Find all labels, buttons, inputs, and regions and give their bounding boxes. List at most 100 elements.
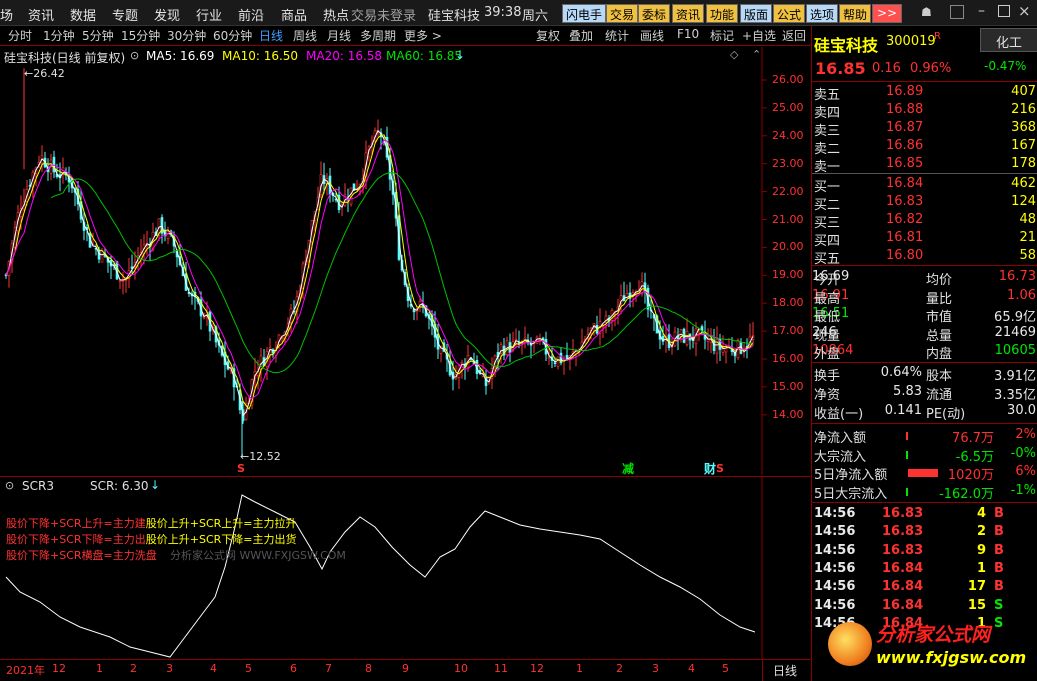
- ask-row[interactable]: 卖五 16.89 407: [812, 84, 1036, 103]
- menu-item-commodity[interactable]: 商品: [281, 5, 307, 24]
- ask-row[interactable]: 卖二 16.86 167: [812, 138, 1036, 157]
- tick-time: 14:56: [814, 506, 856, 521]
- help-button[interactable]: 帮助: [839, 4, 872, 23]
- formula-button[interactable]: 公式: [773, 4, 806, 23]
- more-button[interactable]: >>: [872, 4, 902, 23]
- bid-row[interactable]: 买三 16.82 48: [812, 212, 1036, 231]
- event-marker-s[interactable]: S: [237, 462, 245, 475]
- info-button[interactable]: 资讯: [672, 4, 705, 23]
- time-label: 8: [365, 662, 372, 675]
- function-button[interactable]: 功能: [706, 4, 739, 23]
- layout-button[interactable]: 版面: [740, 4, 773, 23]
- time-label: 10: [454, 662, 468, 675]
- high-marker: ←26.42: [24, 67, 65, 80]
- indicator-panel[interactable]: ⊙ SCR3 SCR: 6.30 ↓ 股价下降+SCR上升=主力建股价上升+SC…: [0, 476, 810, 660]
- period-tab[interactable]: 周线: [293, 27, 317, 44]
- flow-value: 76.7万: [952, 431, 994, 446]
- menu-item-data[interactable]: 数据: [70, 5, 96, 24]
- expand-icon[interactable]: ⌃: [752, 48, 761, 61]
- period-tab[interactable]: 60分钟: [213, 27, 252, 44]
- mark-button[interactable]: 标记: [710, 27, 734, 44]
- sector-tab[interactable]: 化工: [980, 28, 1037, 52]
- close-icon[interactable]: ×: [1018, 2, 1031, 20]
- back-button[interactable]: 返回: [782, 27, 806, 44]
- bid-volume: 124: [1011, 194, 1036, 209]
- stat-row: 最高 16.91 量比 1.06: [812, 288, 1036, 307]
- period-tab-active[interactable]: 日线: [259, 27, 283, 44]
- stat-value: 3.35亿: [994, 388, 1036, 403]
- menu-item-discover[interactable]: 发现: [154, 5, 180, 24]
- candle-body: [547, 356, 551, 359]
- y-tick-label: 20.00: [772, 240, 804, 254]
- tick-row[interactable]: 14:56 16.83 4 B: [812, 506, 1032, 524]
- period-indicator[interactable]: 日线: [762, 659, 810, 681]
- ask-row[interactable]: 卖四 16.88 216: [812, 102, 1036, 121]
- kline-svg[interactable]: [0, 47, 810, 475]
- ask-row[interactable]: 卖一 16.85 178: [812, 156, 1036, 175]
- tick-row[interactable]: 14:56 16.83 2 B: [812, 524, 1032, 542]
- minimize-icon[interactable]: –: [978, 3, 985, 19]
- bid-volume: 48: [1019, 212, 1036, 227]
- f10-button[interactable]: F10: [677, 27, 699, 41]
- menu-item-news[interactable]: 资讯: [28, 5, 54, 24]
- watermark-text: 分析家公式网 WWW.FXJGSW.COM: [170, 549, 346, 562]
- time-axis: 2021年 12 1 2 3 4 5 6 7 8 9 10 11 12 1 2 3 4 5 日线: [0, 659, 810, 681]
- maximize-icon[interactable]: [998, 5, 1010, 17]
- window-icon[interactable]: [950, 5, 964, 19]
- draw-button[interactable]: 画线: [640, 27, 664, 44]
- stats-button[interactable]: 统计: [605, 27, 629, 44]
- kline-chart[interactable]: 硅宝科技(日线 前复权) ⊙ MA5: 16.69 MA10: 16.50 MA…: [0, 47, 810, 477]
- indicator-settings-icon[interactable]: ⊙: [5, 479, 14, 492]
- bid-price: 16.83: [886, 194, 924, 209]
- order-button[interactable]: 委标: [638, 4, 671, 23]
- period-tab[interactable]: 月线: [327, 27, 351, 44]
- tick-price: 16.83: [882, 524, 924, 540]
- menu-item-market[interactable]: 场: [0, 5, 13, 24]
- period-tab[interactable]: 15分钟: [121, 27, 160, 44]
- bid-row[interactable]: 买四 16.81 21: [812, 230, 1036, 249]
- stat-row: 净资 5.83 流通 3.35亿: [812, 384, 1036, 403]
- adjust-button[interactable]: 复权: [536, 27, 560, 44]
- menu-item-frontier[interactable]: 前沿: [238, 5, 264, 24]
- trade-button[interactable]: 交易: [606, 4, 639, 23]
- chart-settings-icon[interactable]: ⊙: [130, 49, 139, 62]
- event-marker-reduce[interactable]: 减: [622, 460, 634, 477]
- candle-body: [715, 339, 719, 354]
- menu-item-industry[interactable]: 行业: [196, 5, 222, 24]
- diamond-icon[interactable]: ◇: [730, 48, 738, 61]
- indicator-svg[interactable]: [0, 477, 810, 660]
- bid-row[interactable]: 买五 16.80 58: [812, 248, 1036, 267]
- overlay-button[interactable]: 叠加: [569, 27, 593, 44]
- event-marker-s2[interactable]: S: [716, 462, 724, 475]
- event-marker-finance[interactable]: 财: [704, 460, 716, 477]
- menu-item-hot[interactable]: 热点: [323, 5, 349, 24]
- tick-row[interactable]: 14:56 16.84 17 B: [812, 579, 1032, 597]
- period-tab[interactable]: 5分钟: [82, 27, 114, 44]
- tick-row[interactable]: 14:56 16.84 1 B: [812, 561, 1032, 579]
- period-tab[interactable]: 更多 >: [404, 27, 442, 44]
- menu-item-topics[interactable]: 专题: [112, 5, 138, 24]
- tick-row[interactable]: 14:56 16.84 15 S: [812, 598, 1032, 616]
- options-button[interactable]: 选项: [806, 4, 839, 23]
- login-status[interactable]: 交易未登录: [351, 5, 416, 24]
- ask-row[interactable]: 卖三 16.87 368: [812, 120, 1036, 139]
- tick-row[interactable]: 14:56 16.83 9 B: [812, 543, 1032, 561]
- flow-row: 大宗流入 -6.5万 -0%: [812, 446, 1036, 465]
- site-logo: 分析家公式网 www.fxjgsw.com: [828, 616, 1028, 678]
- period-tab[interactable]: 1分钟: [43, 27, 75, 44]
- period-tab[interactable]: 30分钟: [167, 27, 206, 44]
- stat-value: 10605: [994, 343, 1036, 358]
- ask-volume: 407: [1011, 84, 1036, 99]
- period-tab[interactable]: 多周期: [360, 27, 396, 44]
- candle-body: [553, 362, 557, 364]
- lightning-trade-button[interactable]: 闪电手: [562, 4, 607, 23]
- bid-row[interactable]: 买一 16.84 462: [812, 176, 1036, 195]
- time-label: 5: [722, 662, 729, 675]
- candle-body: [52, 156, 56, 173]
- add-watchlist-button[interactable]: +自选: [742, 27, 776, 44]
- period-tab[interactable]: 分时: [8, 27, 32, 44]
- bid-row[interactable]: 买二 16.83 124: [812, 194, 1036, 213]
- skin-icon[interactable]: ☗: [921, 5, 935, 19]
- flow-bar: [906, 432, 908, 440]
- low-marker: ←12.52: [240, 450, 281, 463]
